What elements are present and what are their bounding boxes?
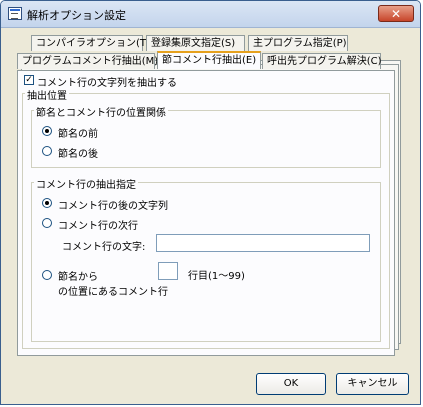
tab-callee-resolution[interactable]: 呼出先プログラム解決(C) bbox=[262, 53, 382, 69]
radio-after-section-label[interactable]: 節名の後 bbox=[58, 145, 98, 160]
ok-button[interactable]: OK bbox=[256, 373, 326, 395]
window-title: 解析オプション設定 bbox=[27, 9, 126, 22]
tab-program-comment-extract[interactable]: プログラムコメント行抽出(M) bbox=[17, 53, 158, 69]
radio-before-section-label[interactable]: 節名の前 bbox=[58, 125, 98, 140]
tab-copybook-source[interactable]: 登録集原文指定(S) bbox=[146, 35, 245, 51]
section-comment-panel: ✓ コメント行の文字列を抽出する 抽出位置 節名とコメント行の位置関係 節名の前… bbox=[17, 70, 395, 356]
tab-main-program[interactable]: 主プログラム指定(P) bbox=[248, 35, 348, 51]
extract-comment-checkbox[interactable]: ✓ bbox=[24, 75, 34, 85]
comment-text-label: コメント行の文字: bbox=[62, 242, 146, 253]
relation-legend: 節名とコメント行の位置関係 bbox=[34, 104, 168, 119]
extract-position-legend: 抽出位置 bbox=[25, 87, 69, 102]
from-section-label-line2[interactable]: の位置にあるコメント行 bbox=[58, 283, 168, 298]
radio-before-section[interactable] bbox=[42, 126, 52, 136]
relation-group: 節名とコメント行の位置関係 節名の前 節名の後 bbox=[31, 104, 381, 168]
cancel-button[interactable]: キャンセル bbox=[336, 373, 409, 395]
spec-group: コメント行の抽出指定 コメント行の後の文字列 コメント行の次行 コメント行の文字… bbox=[31, 176, 381, 342]
tab-section-comment-extract[interactable]: 節コメント行抽出(E) bbox=[157, 51, 261, 69]
spec-legend: コメント行の抽出指定 bbox=[34, 176, 138, 191]
radio-from-section[interactable] bbox=[42, 270, 52, 280]
tab-compiler-options[interactable]: コンパイラオプション(T) bbox=[31, 35, 150, 51]
line-number-suffix: 行目(1～99) bbox=[188, 271, 245, 282]
comment-text-input[interactable] bbox=[156, 234, 370, 252]
radio-next-line[interactable] bbox=[42, 218, 52, 228]
radio-after-comment-label[interactable]: コメント行の後の文字列 bbox=[58, 197, 168, 212]
from-section-label-line1[interactable]: 節名から bbox=[58, 268, 98, 283]
close-button[interactable]: ✕ bbox=[378, 5, 414, 22]
radio-next-line-label[interactable]: コメント行の次行 bbox=[58, 217, 138, 232]
title-bar: 解析オプション設定 ✕ bbox=[1, 1, 420, 28]
extract-position-group: 抽出位置 節名とコメント行の位置関係 節名の前 節名の後 コメント行の抽出指定 … bbox=[22, 87, 390, 349]
app-icon bbox=[8, 7, 22, 20]
radio-after-comment[interactable] bbox=[42, 198, 52, 208]
radio-after-section[interactable] bbox=[42, 146, 52, 156]
dialog-window: 解析オプション設定 ✕ コンパイラオプション(T) 登録集原文指定(S) 主プロ… bbox=[0, 0, 421, 405]
line-number-input[interactable] bbox=[158, 262, 178, 280]
